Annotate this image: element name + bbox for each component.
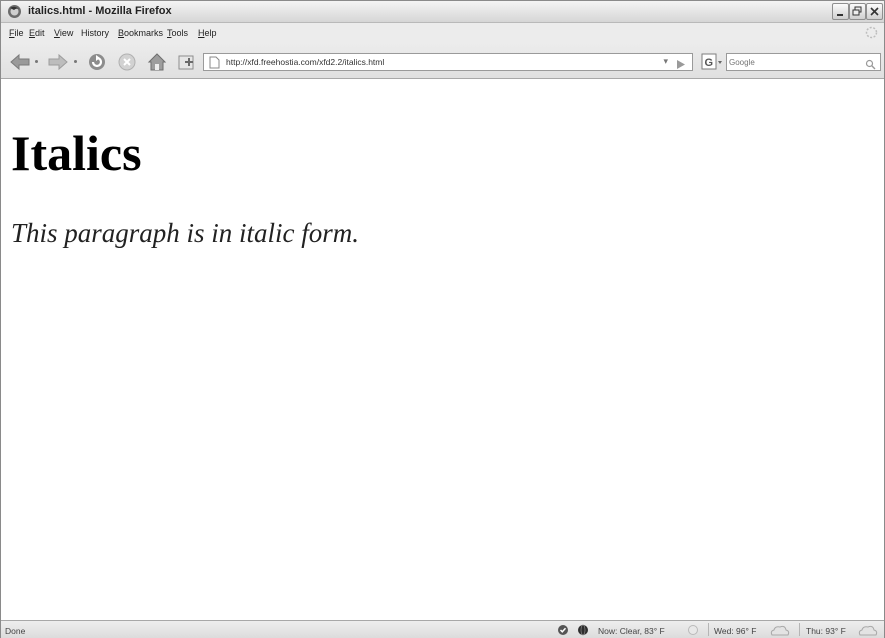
search-box[interactable] bbox=[726, 53, 881, 71]
back-icon bbox=[10, 53, 30, 71]
back-button[interactable] bbox=[9, 52, 31, 77]
menu-help[interactable]: Help bbox=[198, 28, 217, 38]
status-separator bbox=[799, 623, 800, 636]
close-button[interactable] bbox=[866, 3, 883, 20]
menu-tools[interactable]: Tools bbox=[167, 28, 188, 38]
page-heading: Italics bbox=[11, 125, 142, 181]
bookmark-add-icon bbox=[178, 55, 194, 70]
menu-bar: File Edit View History Bookmarks Tools H… bbox=[1, 23, 884, 43]
menu-bookmarks[interactable]: Bookmarks bbox=[118, 28, 163, 38]
url-text[interactable]: http://xfd.freehostia.com/xfd2.2/italics… bbox=[226, 57, 384, 67]
reload-button[interactable] bbox=[87, 52, 107, 77]
status-separator bbox=[708, 623, 709, 636]
page-icon bbox=[209, 56, 220, 74]
title-bar: italics.html - Mozilla Firefox bbox=[1, 1, 884, 23]
reload-icon bbox=[89, 54, 105, 70]
weather-now[interactable]: Now: Clear, 83° F bbox=[598, 626, 665, 636]
go-button[interactable] bbox=[675, 57, 686, 75]
weather-thu[interactable]: Thu: 93° F bbox=[806, 626, 846, 636]
page-content: Italics This paragraph is in italic form… bbox=[1, 80, 884, 620]
browser-window: italics.html - Mozilla Firefox File Edit… bbox=[0, 0, 885, 638]
close-icon bbox=[870, 7, 879, 16]
maximize-button[interactable] bbox=[849, 3, 866, 20]
navigation-toolbar: http://xfd.freehostia.com/xfd2.2/italics… bbox=[1, 43, 884, 79]
url-history-dropdown[interactable]: ▾ bbox=[663, 56, 668, 67]
menu-view[interactable]: View bbox=[54, 28, 73, 38]
weather-sun-icon bbox=[686, 624, 700, 638]
italic-paragraph: This paragraph is in italic form. bbox=[11, 218, 360, 248]
menu-edit[interactable]: Edit bbox=[29, 28, 45, 38]
search-icon bbox=[865, 59, 876, 70]
forward-history-dropdown[interactable] bbox=[74, 60, 77, 63]
stop-button[interactable] bbox=[117, 52, 137, 77]
weather-cloud-icon bbox=[769, 624, 791, 638]
menu-file[interactable]: File bbox=[9, 28, 24, 38]
forward-icon bbox=[48, 53, 68, 71]
minimize-button[interactable] bbox=[832, 3, 849, 20]
back-history-dropdown[interactable] bbox=[35, 60, 38, 63]
bookmark-page-button[interactable] bbox=[177, 52, 197, 77]
search-engine-selector[interactable]: G bbox=[701, 52, 723, 77]
forward-button[interactable] bbox=[47, 52, 69, 77]
weather-cloud-icon bbox=[857, 624, 879, 638]
svg-text:G: G bbox=[705, 57, 714, 69]
maximize-icon bbox=[852, 6, 862, 16]
menu-history[interactable]: History bbox=[81, 28, 109, 38]
status-bar: Done Now: Clear, 83° F Wed: 96° F Thu: 9… bbox=[1, 620, 884, 638]
home-button[interactable] bbox=[147, 52, 167, 77]
address-bar[interactable]: http://xfd.freehostia.com/xfd2.2/italics… bbox=[203, 53, 693, 71]
search-button[interactable] bbox=[865, 57, 876, 75]
google-icon: G bbox=[701, 53, 722, 70]
stop-icon bbox=[118, 53, 136, 71]
status-text: Done bbox=[5, 626, 26, 636]
home-icon bbox=[147, 53, 167, 71]
status-globe-icon[interactable] bbox=[577, 624, 589, 638]
search-input[interactable] bbox=[729, 55, 859, 69]
status-check-icon[interactable] bbox=[557, 624, 569, 638]
window-title: italics.html - Mozilla Firefox bbox=[28, 5, 172, 17]
firefox-icon bbox=[7, 4, 22, 19]
go-icon bbox=[677, 60, 685, 69]
throbber-icon bbox=[865, 26, 878, 44]
minimize-icon bbox=[837, 14, 843, 16]
weather-wed[interactable]: Wed: 96° F bbox=[714, 626, 756, 636]
